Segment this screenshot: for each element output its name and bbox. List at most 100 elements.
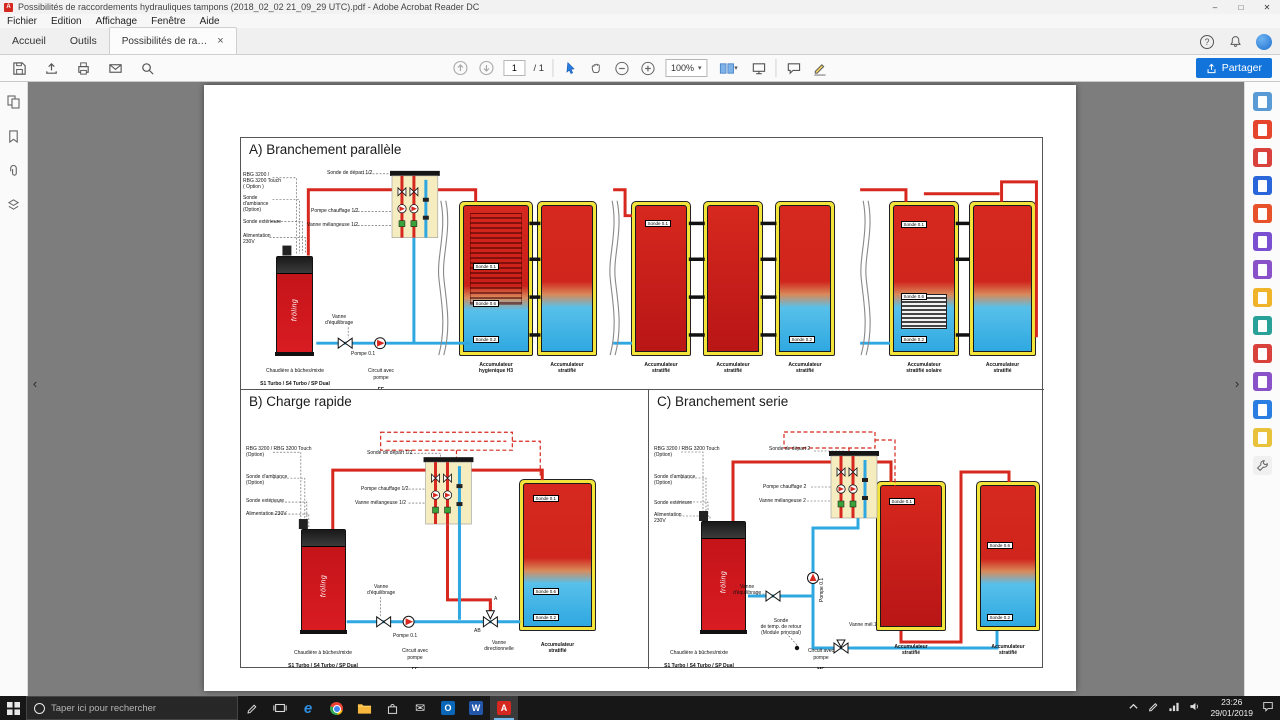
restore-button[interactable]: □ bbox=[1228, 0, 1254, 14]
search-tools-icon[interactable] bbox=[1253, 92, 1272, 111]
label-alimentation: Alimentation 230V bbox=[243, 233, 271, 245]
ink-workspace-icon[interactable] bbox=[238, 696, 266, 720]
file-explorer-icon[interactable] bbox=[350, 696, 378, 720]
redact-tool-icon[interactable] bbox=[1253, 372, 1272, 391]
fill-sign-tool-icon[interactable] bbox=[1253, 288, 1272, 307]
label-rbg: RBG 3200 / RBG 3200 Touch (Option) bbox=[654, 446, 720, 458]
label-sonde-ambiance: Sonde d'ambiance (Option) bbox=[243, 195, 269, 213]
bell-icon[interactable] bbox=[1226, 33, 1244, 51]
save-icon[interactable] bbox=[10, 59, 28, 77]
send-comments-tool-icon[interactable] bbox=[1253, 400, 1272, 419]
collapse-right-pane-icon[interactable]: › bbox=[1232, 372, 1242, 394]
zoom-out-icon[interactable] bbox=[613, 59, 631, 77]
comment-tool-icon[interactable] bbox=[785, 59, 803, 77]
prepare-form-tool-icon[interactable] bbox=[1253, 316, 1272, 335]
mail-icon[interactable]: ✉ bbox=[406, 696, 434, 720]
comment-tool-icon[interactable] bbox=[1253, 260, 1272, 279]
export-icon[interactable] bbox=[42, 59, 60, 77]
sensor-label: Sonde 0.1 bbox=[889, 498, 915, 505]
zoom-in-icon[interactable] bbox=[639, 59, 657, 77]
page-display-select[interactable]: ▾ bbox=[716, 59, 742, 77]
menu-fichier[interactable]: Fichier bbox=[0, 16, 44, 27]
acrobat-app-icon: A bbox=[4, 2, 13, 12]
volume-icon[interactable] bbox=[1189, 699, 1201, 717]
section-c-title: C) Branchement serie bbox=[657, 394, 789, 409]
label-vanne-melangeuse: Vanne mélangeuse 2 bbox=[759, 498, 806, 504]
toolbar-divider bbox=[552, 59, 554, 77]
label-vanne-mel1: Vanne mél.1 bbox=[849, 622, 877, 628]
bookmarks-icon[interactable] bbox=[6, 128, 22, 144]
presentation-mode-icon[interactable] bbox=[750, 59, 768, 77]
task-view-icon[interactable] bbox=[266, 696, 294, 720]
zoom-level-select[interactable]: 100% ▾ bbox=[665, 59, 708, 77]
menu-aide[interactable]: Aide bbox=[193, 16, 227, 27]
edge-icon[interactable]: e bbox=[294, 696, 322, 720]
attachments-icon[interactable] bbox=[6, 162, 22, 178]
boiler-brand: fröling bbox=[291, 298, 298, 322]
tab-close-icon[interactable]: × bbox=[217, 35, 223, 47]
collapse-left-pane-icon[interactable]: ‹ bbox=[30, 372, 40, 394]
select-tool-icon[interactable] bbox=[561, 59, 579, 77]
taskbar-search[interactable] bbox=[26, 696, 238, 720]
tab-outils[interactable]: Outils bbox=[58, 27, 109, 54]
circuit-caption-text: Circuit avec pompe bbox=[401, 648, 429, 661]
label-pompe-01: Pompe 0.1 bbox=[819, 577, 825, 602]
action-center-icon[interactable] bbox=[1262, 699, 1274, 717]
accumulator-tank bbox=[976, 481, 1040, 631]
export-pdf-tool-icon[interactable] bbox=[1253, 148, 1272, 167]
stamp-tool-icon[interactable] bbox=[1253, 428, 1272, 447]
taskbar-search-input[interactable] bbox=[51, 702, 211, 714]
tray-pen-icon[interactable] bbox=[1148, 699, 1159, 717]
previous-page-icon[interactable] bbox=[451, 59, 469, 77]
label-vanne-directionnelle: Vanne directionnelle bbox=[484, 640, 514, 652]
layers-icon[interactable] bbox=[6, 196, 22, 212]
store-icon[interactable] bbox=[378, 696, 406, 720]
print-icon[interactable] bbox=[74, 59, 92, 77]
taskbar-clock[interactable]: 23:26 29/01/2019 bbox=[1210, 697, 1253, 718]
section-b-charge-rapide: B) Charge rapide RBG 3200 / RBG 3200 Tou… bbox=[241, 390, 649, 669]
pdf-page[interactable]: A) Branchement parallèle RBG 3200 / RBG … bbox=[204, 85, 1076, 691]
word-icon[interactable]: W bbox=[462, 696, 490, 720]
menu-edition[interactable]: Edition bbox=[44, 16, 89, 27]
tabbar-right: ? bbox=[1200, 28, 1272, 55]
toolbar-left bbox=[0, 59, 156, 77]
boiler-caption-line1: Chaudière à bûches/mixte bbox=[265, 368, 325, 375]
compress-pdf-tool-icon[interactable] bbox=[1253, 344, 1272, 363]
chrome-icon[interactable] bbox=[322, 696, 350, 720]
minimize-button[interactable]: – bbox=[1202, 0, 1228, 14]
combine-files-tool-icon[interactable] bbox=[1253, 176, 1272, 195]
menu-fenetre[interactable]: Fenêtre bbox=[144, 16, 192, 27]
acrobat-taskbar-icon[interactable]: A bbox=[490, 696, 518, 720]
tab-accueil[interactable]: Accueil bbox=[0, 27, 58, 54]
accumulator-tank bbox=[775, 201, 835, 356]
create-pdf-tool-icon[interactable] bbox=[1253, 120, 1272, 139]
close-button[interactable]: ✕ bbox=[1254, 0, 1280, 14]
label-pompe-01: Pompe 0.1 bbox=[393, 633, 418, 639]
more-tools-icon[interactable] bbox=[1253, 456, 1272, 475]
menu-affichage[interactable]: Affichage bbox=[89, 16, 145, 27]
email-icon[interactable] bbox=[106, 59, 124, 77]
search-icon[interactable] bbox=[138, 59, 156, 77]
organize-pages-tool-icon[interactable] bbox=[1253, 204, 1272, 223]
sensor-label: Sonde 0.1 bbox=[901, 221, 927, 228]
desktop: A Possibilités de raccordements hydrauli… bbox=[0, 0, 1280, 720]
circuit-caption-text: Circuit avec pompe bbox=[367, 368, 395, 381]
acrobat-glyph: A bbox=[497, 701, 511, 715]
edit-pdf-tool-icon[interactable] bbox=[1253, 232, 1272, 251]
share-button[interactable]: Partager bbox=[1195, 58, 1272, 78]
boiler-caption: Chaudière à bûches/mixte S1 Turbo / S4 T… bbox=[273, 644, 373, 669]
next-page-icon[interactable] bbox=[477, 59, 495, 77]
tray-chevron-icon[interactable] bbox=[1128, 699, 1139, 717]
network-icon[interactable] bbox=[1168, 699, 1180, 717]
tab-document[interactable]: Possibilités de racco... × bbox=[108, 27, 237, 54]
account-avatar[interactable] bbox=[1256, 33, 1272, 50]
label-pompe-01: Pompe 0.1 bbox=[351, 351, 376, 357]
page-number-input[interactable] bbox=[503, 60, 526, 76]
page-thumbnails-icon[interactable] bbox=[6, 94, 22, 110]
outlook-icon[interactable]: O bbox=[434, 696, 462, 720]
help-icon[interactable]: ? bbox=[1200, 34, 1214, 49]
hand-tool-icon[interactable] bbox=[587, 59, 605, 77]
start-button[interactable] bbox=[0, 696, 26, 720]
highlight-tool-icon[interactable] bbox=[811, 59, 829, 77]
clock-time: 23:26 bbox=[1221, 697, 1243, 708]
